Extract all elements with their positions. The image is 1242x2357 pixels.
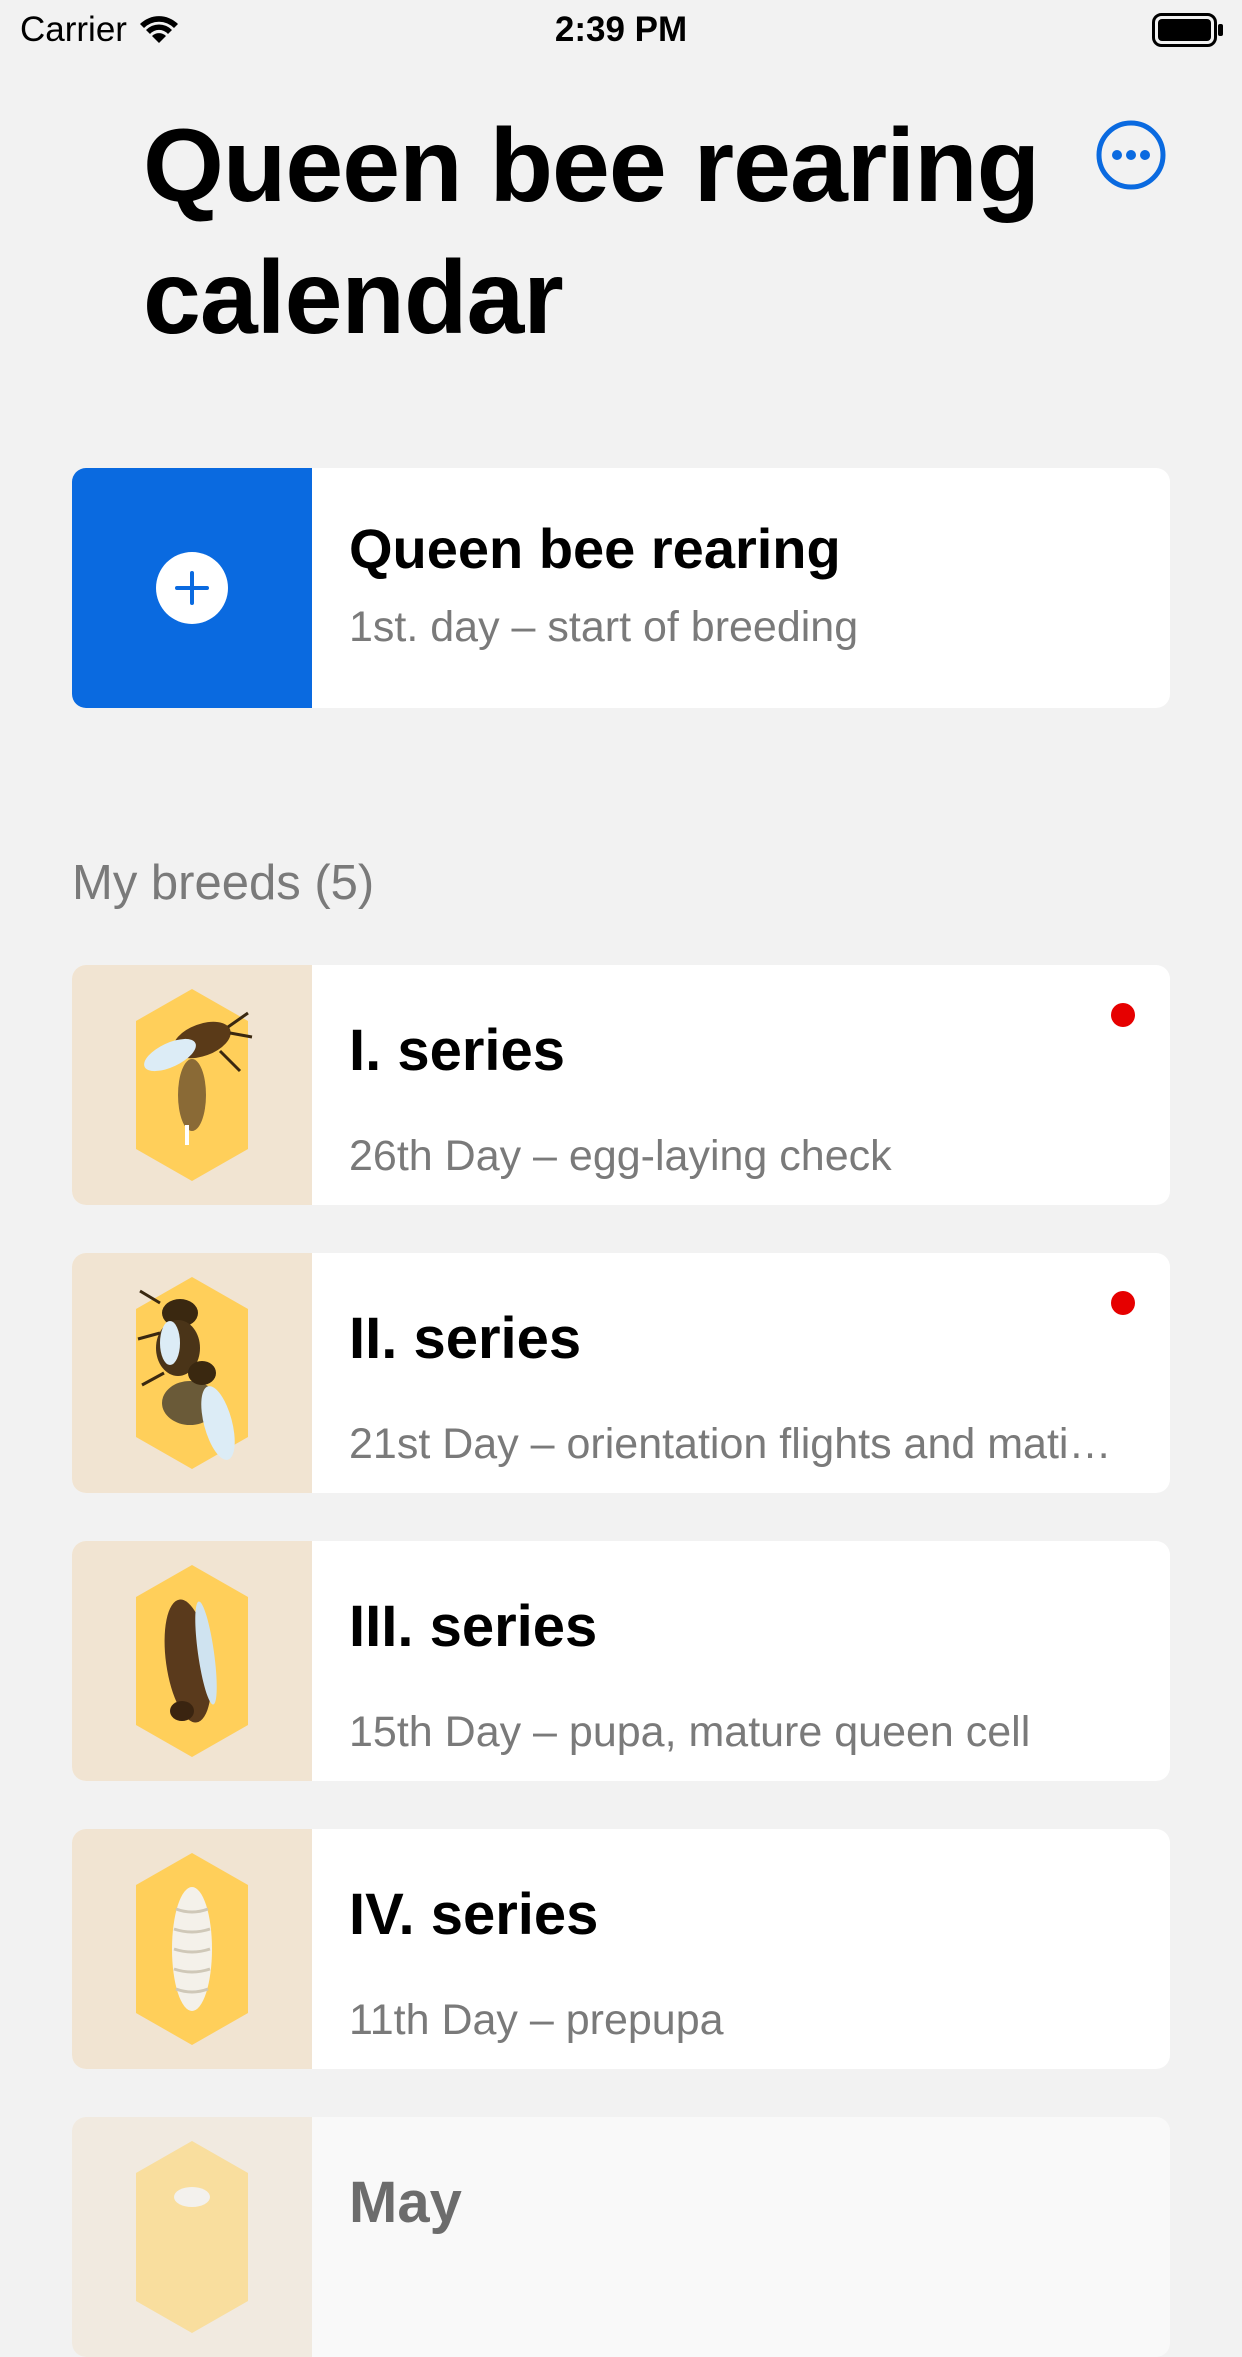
battery-icon <box>1152 13 1223 47</box>
breed-card-1[interactable]: I. series 26th Day – egg-laying check <box>72 965 1170 1205</box>
prepupa-icon <box>136 1853 248 2045</box>
breed-card-5[interactable]: May <box>72 2117 1170 2357</box>
notification-dot <box>1111 1291 1135 1315</box>
breed-thumb <box>72 965 312 1205</box>
plus-circle-icon <box>175 571 209 605</box>
breed-title: III. series <box>349 1594 598 1659</box>
breed-title: II. series <box>349 1306 582 1371</box>
add-button-circle <box>156 552 228 624</box>
clock: 2:39 PM <box>554 10 688 49</box>
breed-card-3[interactable]: III. series 15th Day – pupa, mature quee… <box>72 1541 1170 1781</box>
new-rearing-subtitle: 1st. day – start of breeding <box>349 603 859 651</box>
breed-status: 26th Day – egg-laying check <box>349 1132 892 1180</box>
breed-title: May <box>349 2170 462 2235</box>
breed-title: IV. series <box>349 1882 599 1947</box>
breed-status: 11th Day – prepupa <box>349 1996 724 2044</box>
adult-queen-bee-icon <box>136 989 253 1181</box>
pupa-icon <box>136 1565 248 1757</box>
new-rearing-thumb <box>72 468 312 708</box>
breed-thumb <box>72 1541 312 1781</box>
breed-title: I. series <box>349 1018 566 1083</box>
breed-status: 15th Day – pupa, mature queen cell <box>349 1708 1031 1756</box>
breed-card-4[interactable]: IV. series 11th Day – prepupa <box>72 1829 1170 2069</box>
breed-status: 21st Day – orientation flights and mati… <box>349 1420 1112 1468</box>
breed-thumb <box>72 2117 312 2357</box>
page-title: Queen bee rearing calendar <box>143 108 1040 356</box>
new-rearing-card[interactable]: Queen bee rearing 1st. day – start of br… <box>72 468 1170 708</box>
breed-thumb <box>72 1829 312 2069</box>
larva-icon <box>136 2141 248 2333</box>
more-options-button[interactable] <box>1095 119 1167 191</box>
new-rearing-title: Queen bee rearing <box>349 517 841 580</box>
breed-card-2[interactable]: II. series 21st Day – orientation flight… <box>72 1253 1170 1493</box>
breed-thumb <box>72 1253 312 1493</box>
status-bar: Carrier 2:39 PM <box>0 0 1242 62</box>
my-breeds-header: My breeds (5) <box>72 856 375 910</box>
ellipsis-circle-icon <box>1096 120 1166 190</box>
notification-dot <box>1111 1003 1135 1027</box>
emerging-queens-icon <box>136 1277 248 1469</box>
